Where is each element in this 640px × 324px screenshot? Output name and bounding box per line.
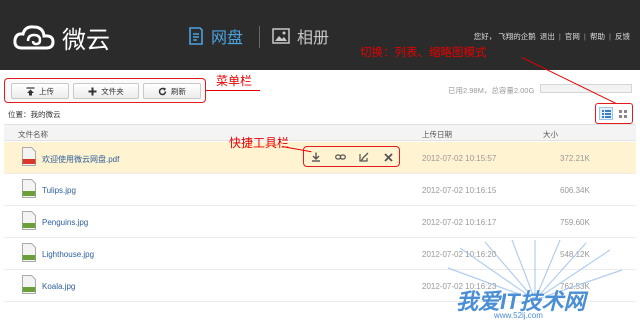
tab-album[interactable]: 相册 [272, 24, 329, 48]
jpg-file-icon [22, 275, 36, 294]
list-icon [601, 109, 611, 118]
file-date: 2012-07-02 10:15:57 [422, 154, 497, 163]
new-folder-button[interactable]: 文件夹 [73, 83, 139, 99]
close-icon [383, 152, 393, 162]
refresh-button[interactable]: 刷新 [143, 83, 201, 99]
share-link-button[interactable] [332, 150, 348, 164]
photo-icon [272, 28, 290, 44]
logo-text: 微云 [62, 26, 110, 54]
new-folder-label: 文件夹 [101, 86, 124, 96]
column-name[interactable]: 文件名称 [18, 129, 48, 140]
top-bar: 微云 网盘 相册 您好， 飞翔的企鹅 退出 | 官网 | 帮助 | 反馈 切换：列表、缩… [0, 0, 640, 70]
file-name[interactable]: 欢迎使用微云网盘.pdf [42, 154, 119, 165]
list-view-button[interactable] [599, 107, 613, 120]
quota-text: 已用2.98M，总容量2.00G [448, 86, 535, 95]
file-size: 759.60K [560, 218, 590, 227]
download-icon [312, 152, 320, 162]
table-row[interactable]: Tulips.jpg 2012-07-02 10:16:15 606.34K [4, 174, 636, 206]
rename-button[interactable] [356, 150, 372, 164]
annotation-quick-toolbar: 快捷工具栏 [229, 136, 290, 150]
column-date[interactable]: 上传日期 [422, 129, 452, 140]
watermark-url: www.52ij.com [494, 311, 543, 320]
disk-icon [189, 27, 203, 45]
annotation-menu: 菜单栏 [216, 74, 253, 88]
link-icon [334, 154, 346, 160]
feedback-link[interactable]: 反馈 [615, 32, 630, 41]
refresh-label: 刷新 [171, 86, 186, 96]
view-switch [595, 103, 633, 124]
official-link[interactable]: 官网 [565, 32, 580, 41]
annotation-switch: 切换：列表、缩略图模式 [360, 47, 487, 59]
tab-disk-label: 网盘 [211, 30, 244, 47]
jpg-file-icon [22, 243, 36, 262]
column-size[interactable]: 大小 [543, 129, 558, 140]
edit-icon [359, 152, 369, 162]
user-links: 您好， 飞翔的企鹅 退出 | 官网 | 帮助 | 反馈 [473, 32, 630, 41]
annotation-line-menu [206, 90, 260, 91]
file-date: 2012-07-02 10:16:15 [422, 186, 497, 195]
delete-button[interactable] [380, 150, 396, 164]
logout-link[interactable]: 退出 [540, 32, 555, 41]
grid-icon [619, 109, 627, 118]
file-table-header: 文件名称 上传日期 大小 [4, 124, 636, 141]
pdf-file-icon [22, 147, 36, 166]
jpg-file-icon [22, 211, 36, 230]
thumbnail-view-button[interactable] [616, 107, 630, 120]
file-name[interactable]: Lighthouse.jpg [42, 250, 94, 259]
help-link[interactable]: 帮助 [590, 32, 605, 41]
file-date: 2012-07-02 10:16:17 [422, 218, 497, 227]
file-size: 372.21K [560, 154, 590, 163]
upload-icon [26, 86, 35, 95]
quick-toolbar [303, 146, 400, 167]
username[interactable]: 飞翔的企鹅 [498, 32, 536, 41]
upload-label: 上传 [39, 86, 54, 96]
plus-icon [88, 87, 97, 95]
tab-album-label: 相册 [297, 30, 330, 47]
jpg-file-icon [22, 179, 36, 198]
refresh-icon [158, 87, 167, 95]
table-row[interactable]: Penguins.jpg 2012-07-02 10:16:17 759.60K [4, 206, 636, 238]
menu-toolbar: 上传 文件夹 刷新 [4, 78, 206, 103]
cloud-logo-icon [13, 24, 55, 49]
file-name[interactable]: Koala.jpg [42, 282, 75, 291]
greeting: 您好， [473, 32, 497, 41]
file-name[interactable]: Tulips.jpg [42, 186, 76, 195]
upload-button[interactable]: 上传 [11, 83, 69, 99]
tab-divider [259, 26, 260, 48]
breadcrumb: 位置：我的微云 [8, 110, 61, 119]
file-size: 606.34K [560, 186, 590, 195]
tab-disk[interactable]: 网盘 [188, 24, 243, 48]
file-name[interactable]: Penguins.jpg [42, 218, 88, 227]
logo[interactable]: 微云 [12, 20, 110, 55]
table-row[interactable]: 欢迎使用微云网盘.pdf 2012-07-02 10:15:57 372.21K [4, 142, 636, 174]
